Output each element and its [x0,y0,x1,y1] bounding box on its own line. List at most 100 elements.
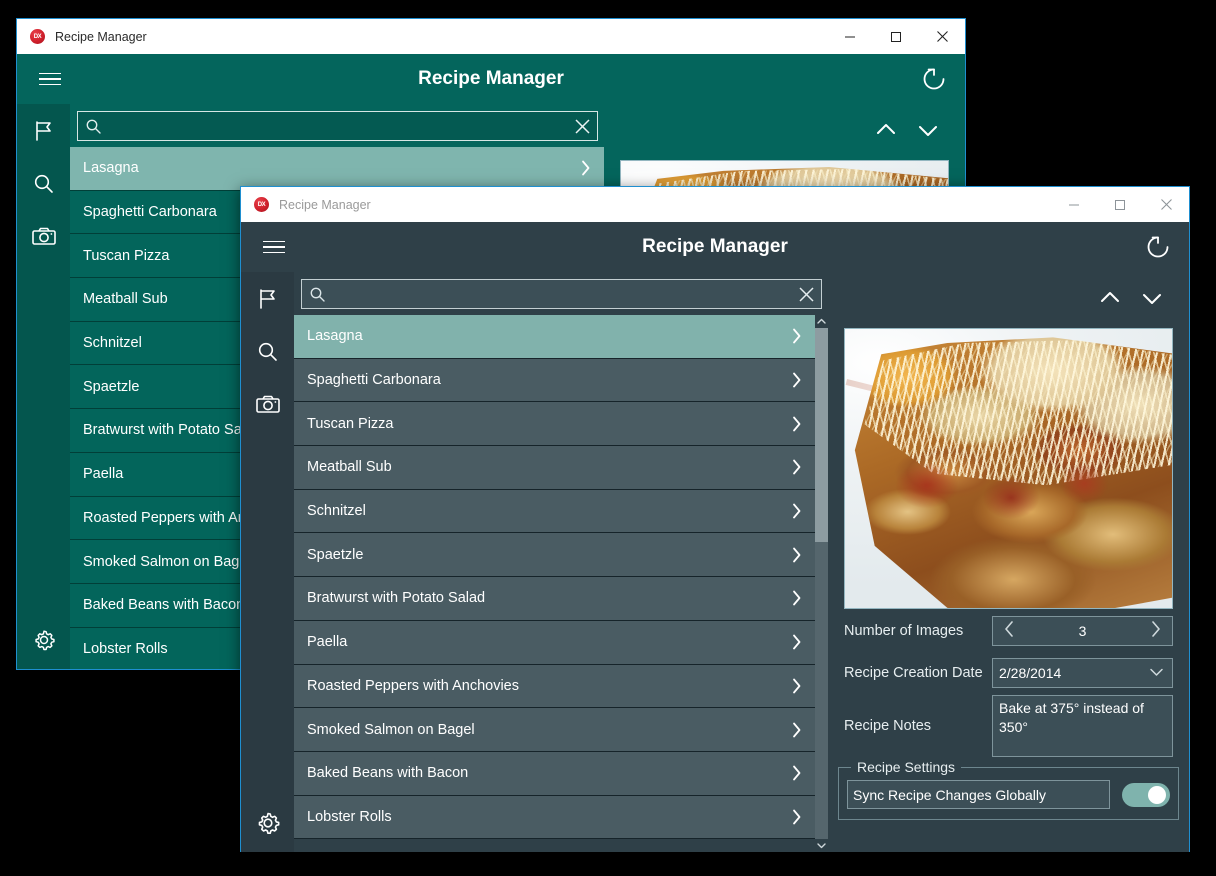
refresh-icon[interactable] [1141,230,1175,264]
chevron-up-icon[interactable] [1097,285,1123,316]
sync-recipe-changes-field[interactable]: Sync Recipe Changes Globally [847,780,1110,809]
recipe-list-item[interactable]: Bratwurst with Potato Salad [294,577,815,621]
maximize-button[interactable] [873,19,919,54]
gear-icon[interactable] [241,800,294,846]
recipe-list-item[interactable]: Meatball Sub [294,446,815,490]
flag-icon[interactable] [241,272,294,325]
recipe-list-item[interactable]: Paella [294,620,815,665]
clear-icon[interactable] [791,285,821,304]
recipe-settings-title: Recipe Settings [851,759,962,775]
front-app-body: Lasagna Spaghetti Carbonara Tuscan Pizza Me… [241,272,1189,852]
recipe-list-item[interactable]: Baked Beans with Bacon [294,751,815,796]
chevron-right-icon[interactable] [790,371,803,389]
search-input[interactable] [326,286,791,302]
clear-icon[interactable] [567,117,597,136]
scroll-up-icon[interactable] [817,315,826,328]
chevron-right-icon[interactable] [1149,620,1162,643]
chevron-right-icon[interactable] [790,764,803,782]
front-app-header: Recipe Manager [241,222,1189,272]
front-rail [241,272,294,852]
toggle-knob [1148,785,1166,804]
back-search-wrap [70,104,604,147]
recipe-creation-date-input[interactable]: 2/28/2014 [992,658,1173,688]
lasagna-photo [844,328,1173,609]
gear-icon[interactable] [17,617,70,663]
back-app-title: Recipe Manager [418,68,564,89]
front-window-titlebar[interactable]: DX Recipe Manager [241,187,1189,222]
camera-icon[interactable] [241,378,294,431]
recipe-list-item[interactable]: Lasagna [70,147,604,191]
recipe-list-item-label: Spaghetti Carbonara [307,372,441,389]
scroll-thumb[interactable] [815,328,828,542]
recipe-list-item-label: Schnitzel [307,503,366,520]
chevron-right-icon[interactable] [790,327,803,345]
front-list-scrollbar[interactable] [815,315,828,852]
chevron-right-icon[interactable] [790,546,803,564]
number-of-images-label: Number of Images [844,623,964,639]
chevron-left-icon[interactable] [1003,620,1016,643]
recipe-list-item[interactable]: Tuscan Pizza [294,402,815,447]
maximize-button[interactable] [1097,187,1143,222]
search-icon[interactable] [17,157,70,210]
front-search-box[interactable] [301,279,822,309]
recipe-list-item-label: Roasted Peppers with Anchovies [307,677,519,694]
number-of-images-stepper[interactable]: 3 [992,616,1173,646]
chevron-right-icon[interactable] [579,159,592,177]
recipe-list-item[interactable]: Spaghetti Carbonara [294,358,815,403]
recipe-list-item-label: Tuscan Pizza [307,415,394,432]
recipe-list-item[interactable]: Smoked Salmon on Bagel [294,708,815,752]
front-recipe-list[interactable]: Lasagna Spaghetti Carbonara Tuscan Pizza Me… [294,315,815,852]
minimize-button[interactable] [1051,187,1097,222]
back-search-box[interactable] [77,111,598,141]
dx-logo-icon: DX [254,197,269,212]
chevron-right-icon[interactable] [790,502,803,520]
camera-icon[interactable] [17,210,70,263]
scroll-down-icon[interactable] [817,839,826,852]
recipe-settings-group: Recipe Settings Sync Recipe Changes Glob… [838,759,1179,820]
close-button[interactable] [919,19,965,54]
back-window-titlebar[interactable]: DX Recipe Manager [17,19,965,54]
recipe-list-item[interactable]: Lobster Rolls [294,795,815,840]
front-window-controls [1051,187,1189,222]
recipe-list-item[interactable]: Spaetzle [294,533,815,578]
back-app-header: Recipe Manager [17,54,965,104]
flag-icon[interactable] [17,104,70,157]
chevron-right-icon[interactable] [790,415,803,433]
chevron-down-icon[interactable] [915,117,941,148]
front-list-pane: Lasagna Spaghetti Carbonara Tuscan Pizza Me… [294,272,828,852]
recipe-list-item-label: Lobster Rolls [83,640,168,657]
chevron-down-icon[interactable] [1139,285,1165,316]
chevron-right-icon[interactable] [790,721,803,739]
chevron-down-icon[interactable] [1149,664,1164,682]
search-icon[interactable] [241,325,294,378]
recipe-list-item[interactable]: Lasagna [294,315,815,359]
front-window-title: Recipe Manager [279,197,371,212]
chevron-right-icon[interactable] [790,633,803,651]
recipe-list-item[interactable]: Roasted Peppers with Anchovies [294,664,815,709]
scroll-track[interactable] [815,328,828,839]
recipe-list-item-label: Lobster Rolls [307,808,392,825]
recipe-notes-wrap: Bake at 375° instead of 350° [992,695,1173,757]
sync-recipe-changes-toggle[interactable] [1122,782,1170,807]
recipe-list-item-label: Smoked Salmon on Bagel [83,553,251,570]
search-icon [85,118,102,135]
front-app-title: Recipe Manager [642,236,788,257]
hamburger-icon[interactable] [25,72,75,86]
back-window-controls [827,19,965,54]
minimize-button[interactable] [827,19,873,54]
chevron-right-icon[interactable] [790,808,803,826]
close-button[interactable] [1143,187,1189,222]
recipe-list-item-label: Paella [83,466,124,483]
recipe-notes-row: Recipe Notes Bake at 375° instead of 350… [828,693,1189,759]
recipe-notes-input[interactable]: Bake at 375° instead of 350° [992,695,1173,757]
chevron-right-icon[interactable] [790,589,803,607]
recipe-list-item[interactable]: Schnitzel [294,489,815,534]
search-input[interactable] [102,118,567,134]
hamburger-icon[interactable] [249,240,299,254]
recipe-list-item-label: Tuscan Pizza [83,247,170,264]
chevron-right-icon[interactable] [790,677,803,695]
chevron-right-icon[interactable] [790,458,803,476]
front-window[interactable]: DX Recipe Manager Recipe Manager Lasagna… [240,186,1190,852]
chevron-up-icon[interactable] [873,117,899,148]
refresh-icon[interactable] [917,62,951,96]
